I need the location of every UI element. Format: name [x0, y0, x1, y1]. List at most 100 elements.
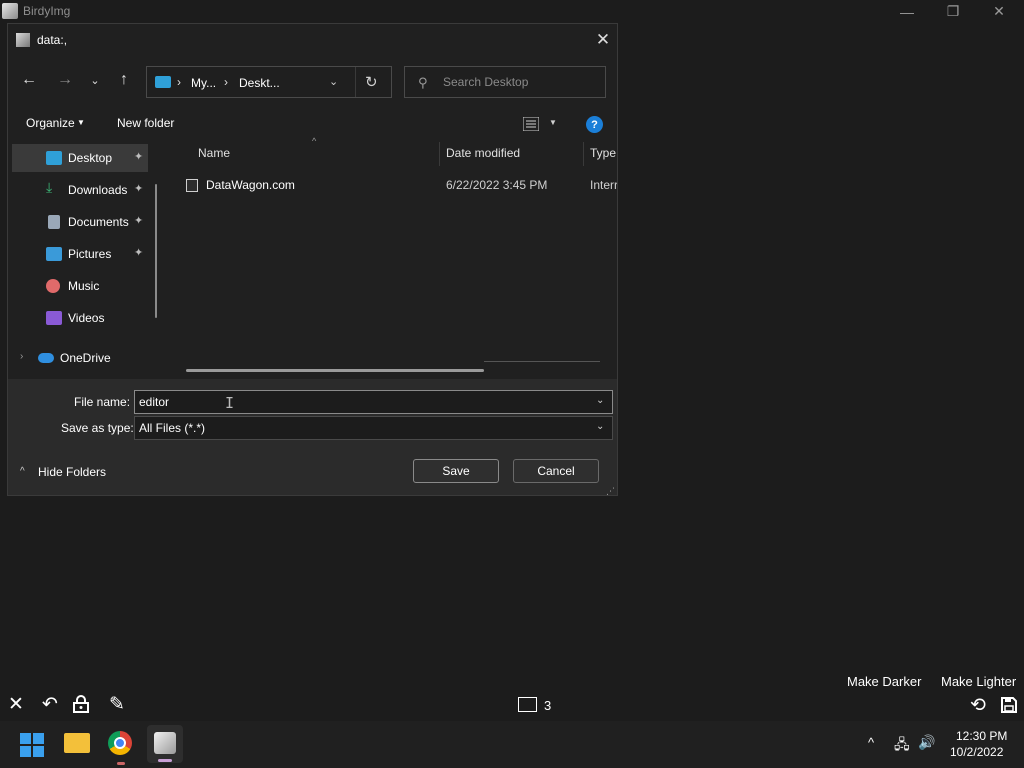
file-type: Interr	[590, 178, 617, 192]
dialog-titlebar: data:, ✕	[8, 24, 617, 55]
chevron-right-icon[interactable]: ›	[177, 75, 181, 89]
volume-icon[interactable]: 🔊	[918, 734, 935, 751]
up-button[interactable]: ↑	[112, 68, 136, 92]
hide-folders-button[interactable]: Hide Folders	[38, 465, 106, 479]
save-button[interactable]: Save	[413, 459, 499, 483]
taskbar: ^ 🖧 🔊 12:30 PM 10/2/2022	[0, 721, 1024, 768]
maximize-button[interactable]: ❐	[930, 0, 976, 23]
undo-icon[interactable]: ↶	[39, 693, 61, 715]
sidebar-item-music[interactable]: Music	[12, 272, 148, 300]
chrome-icon[interactable]	[108, 731, 132, 755]
file-row[interactable]: DataWagon.com 6/22/2022 3:45 PM Interr	[184, 172, 617, 198]
nav-pane-scrollbar[interactable]	[155, 184, 157, 318]
sidebar-item-label: Pictures	[68, 247, 112, 261]
sidebar-item-label: Music	[68, 279, 100, 293]
column-header-type[interactable]: Type	[590, 146, 616, 160]
pin-icon: ✦	[134, 151, 144, 163]
new-folder-button[interactable]: New folder	[117, 116, 174, 130]
rotate-icon[interactable]: ⟲	[967, 694, 989, 716]
column-divider[interactable]	[583, 142, 584, 166]
search-box[interactable]: ⚲	[404, 66, 606, 98]
help-icon[interactable]: ?	[586, 116, 603, 133]
cancel-button[interactable]: Cancel	[513, 459, 599, 483]
scrollbar-track	[484, 361, 600, 362]
windows-start-icon[interactable]	[20, 733, 44, 757]
onedrive-icon	[38, 353, 54, 363]
active-indicator	[158, 759, 172, 762]
recent-locations-button[interactable]: ⌄	[83, 68, 107, 92]
tray-overflow-icon[interactable]: ^	[868, 735, 874, 750]
sidebar-item-desktop[interactable]: Desktop ✦	[12, 144, 148, 172]
app-close-button[interactable]: ✕	[976, 0, 1022, 23]
running-indicator	[117, 762, 125, 765]
sidebar-item-label: Videos	[68, 311, 105, 325]
app-title: BirdyImg	[23, 4, 71, 18]
this-pc-icon	[155, 76, 171, 88]
file-explorer-icon[interactable]	[64, 733, 90, 753]
pictures-icon	[46, 247, 62, 261]
videos-icon	[46, 311, 62, 325]
chevron-up-icon[interactable]: ^	[20, 466, 25, 477]
dialog-close-button[interactable]: ✕	[592, 29, 614, 51]
caret-down-icon[interactable]: ▼	[549, 118, 557, 127]
documents-icon	[48, 215, 60, 229]
breadcrumb-my[interactable]: My...	[191, 76, 216, 90]
pin-icon: ✦	[134, 215, 144, 227]
organize-button[interactable]: Organize	[26, 116, 75, 130]
sidebar-item-label: OneDrive	[60, 351, 111, 365]
sidebar-item-downloads[interactable]: ⤓ Downloads ✦	[12, 176, 148, 204]
column-header-date[interactable]: Date modified	[446, 146, 520, 160]
view-options-icon[interactable]	[522, 116, 540, 132]
sidebar-item-label: Documents	[68, 215, 129, 229]
birdyimg-app-icon	[2, 3, 18, 19]
chevron-down-icon[interactable]: ⌄	[596, 395, 604, 406]
address-bar[interactable]: › My... › Deskt... ⌄ ↻	[146, 66, 392, 98]
desktop-icon	[46, 151, 62, 165]
sidebar-item-onedrive[interactable]: OneDrive	[4, 344, 140, 372]
birdyimg-icon	[154, 732, 176, 754]
chevron-right-icon[interactable]: ›	[224, 75, 228, 89]
horizontal-scrollbar[interactable]	[186, 369, 484, 372]
network-icon[interactable]: 🖧	[894, 734, 910, 758]
pen-icon[interactable]: ✎	[106, 693, 128, 715]
sidebar-item-label: Downloads	[68, 183, 128, 197]
sidebar-item-pictures[interactable]: Pictures ✦	[12, 240, 148, 268]
breadcrumb-desktop[interactable]: Deskt...	[239, 76, 280, 90]
make-darker-button[interactable]: Make Darker	[847, 674, 921, 689]
file-name-field[interactable]: I ⌄	[134, 390, 613, 414]
back-button[interactable]: ←	[17, 68, 41, 92]
column-divider[interactable]	[439, 142, 440, 166]
sidebar-item-documents[interactable]: Documents ✦	[12, 208, 148, 236]
make-lighter-button[interactable]: Make Lighter	[941, 674, 1016, 689]
sidebar-item-label: Desktop	[68, 151, 113, 165]
clock-time[interactable]: 12:30 PM	[956, 729, 1007, 743]
save-icon[interactable]	[998, 694, 1020, 716]
file-name: DataWagon.com	[206, 178, 295, 192]
text-cursor-icon: I	[225, 394, 235, 412]
page-square-icon	[518, 697, 537, 712]
chevron-down-icon[interactable]: ⌄	[596, 421, 604, 432]
app-titlebar: BirdyImg — ❐ ✕	[0, 0, 1024, 23]
refresh-button[interactable]: ↻	[365, 73, 378, 91]
sidebar-item-videos[interactable]: Videos	[12, 304, 148, 332]
close-tool-icon[interactable]: ✕	[5, 693, 27, 715]
save-dialog: data:, ✕ ← → ⌄ ↑ › My... › Deskt... ⌄ ↻ …	[7, 23, 618, 496]
file-name-input[interactable]	[139, 391, 589, 413]
search-input[interactable]	[443, 67, 603, 97]
lock-icon[interactable]	[70, 693, 92, 715]
chrome-icon-center	[114, 737, 126, 749]
resize-grip-icon[interactable]: ⋰	[606, 486, 615, 497]
minimize-button[interactable]: —	[884, 0, 930, 23]
divider	[355, 67, 356, 97]
pin-icon: ✦	[134, 183, 144, 195]
column-header-name[interactable]: Name	[198, 146, 230, 160]
forward-button[interactable]: →	[53, 68, 77, 92]
save-type-select[interactable]: All Files (*.*) ⌄	[134, 416, 613, 440]
downloads-icon: ⤓	[46, 179, 53, 195]
address-dropdown-button[interactable]: ⌄	[329, 75, 338, 88]
clock-date[interactable]: 10/2/2022	[950, 745, 1003, 759]
caret-down-icon[interactable]: ▼	[77, 118, 85, 127]
birdyimg-taskbar-button[interactable]	[147, 725, 183, 763]
file-name-label: File name:	[74, 395, 131, 409]
search-icon: ⚲	[418, 75, 428, 90]
